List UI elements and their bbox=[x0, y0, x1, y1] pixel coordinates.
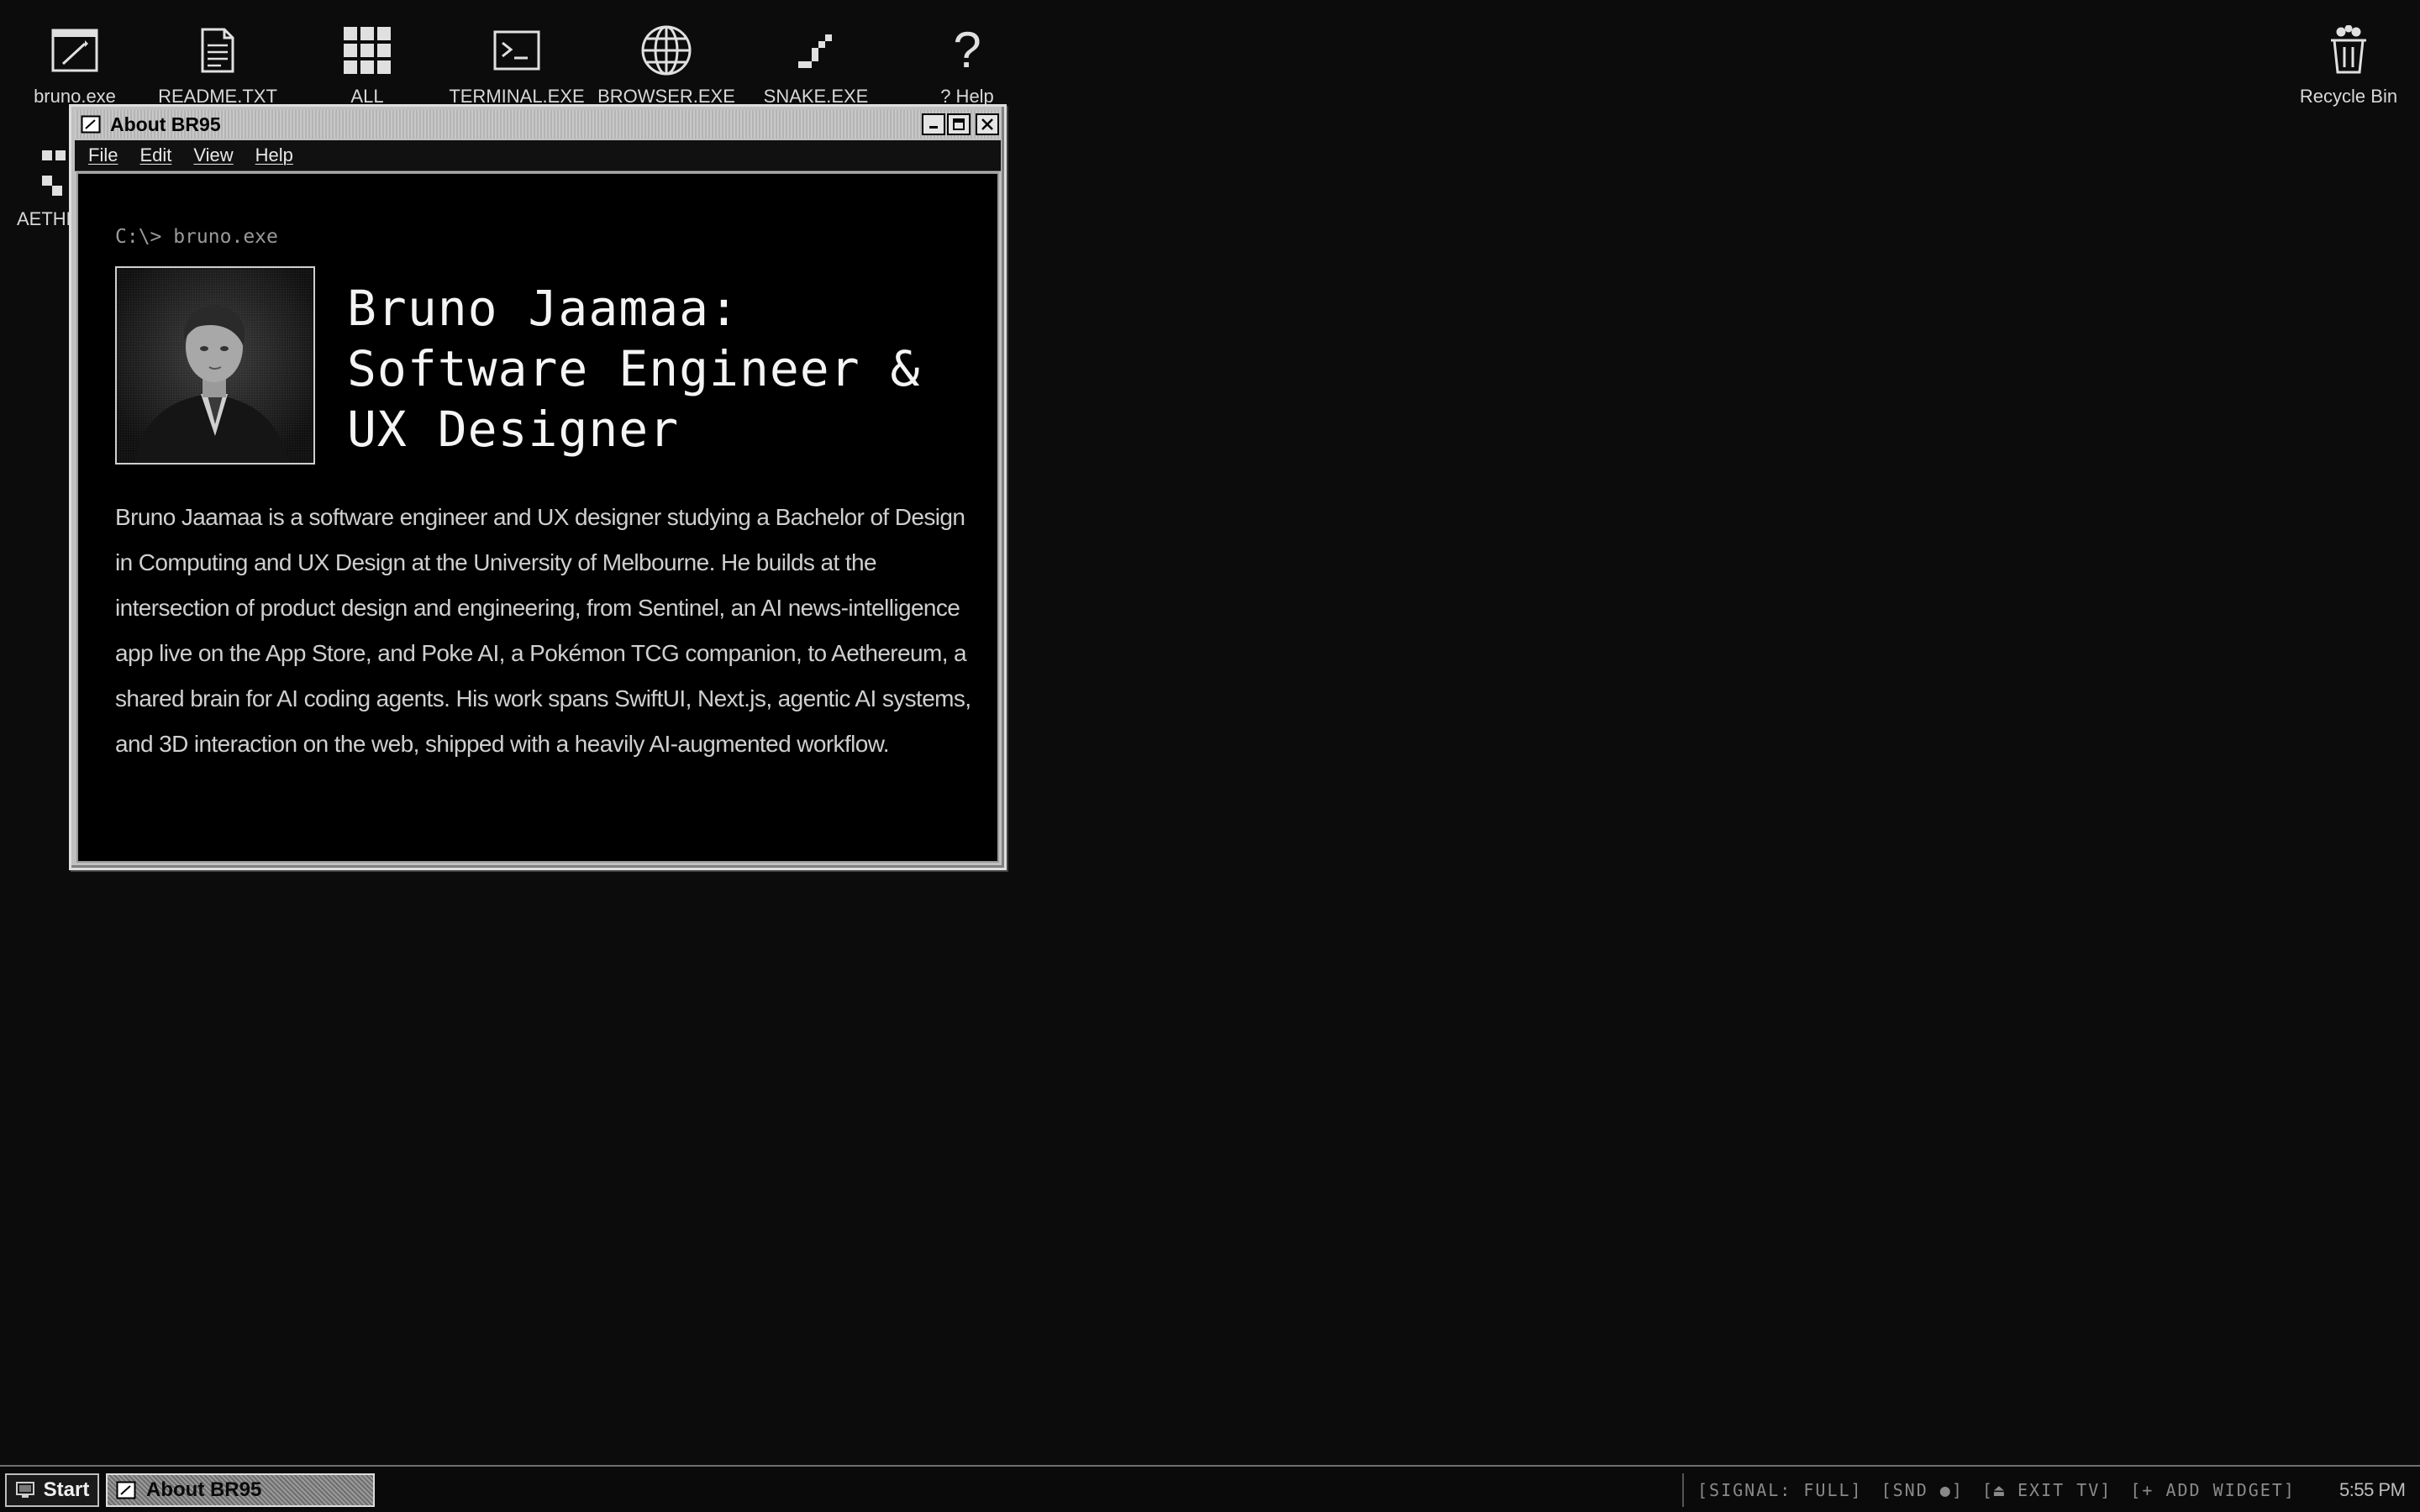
globe-icon bbox=[633, 17, 700, 84]
headline-line: UX Designer bbox=[347, 401, 680, 458]
desktop-icon-label: Recycle Bin bbox=[2299, 86, 2398, 107]
headline-line: Bruno Jaamaa: bbox=[347, 280, 739, 337]
sound-toggle[interactable]: [SND ●] bbox=[1881, 1480, 1964, 1500]
desktop-icon-bruno-exe[interactable]: bruno.exe bbox=[0, 17, 150, 108]
menu-edit[interactable]: Edit bbox=[139, 144, 171, 166]
window-title: About BR95 bbox=[110, 113, 221, 135]
computer-icon bbox=[15, 1482, 34, 1498]
taskbar: Start About BR95 [SIGNAL: FULL] [SND ●] … bbox=[0, 1465, 2420, 1512]
desktop-icon-terminal[interactable]: TERMINAL.EXE bbox=[442, 17, 592, 108]
pen-window-icon bbox=[41, 17, 108, 84]
start-label: Start bbox=[43, 1478, 90, 1501]
start-button[interactable]: Start bbox=[5, 1473, 99, 1507]
desktop-icon-snake[interactable]: SNAKE.EXE bbox=[741, 17, 891, 108]
system-tray: [SIGNAL: FULL] [SND ●] [⏏ EXIT TV] [+ AD… bbox=[1682, 1473, 2321, 1507]
taskbar-item-about-br95[interactable]: About BR95 bbox=[106, 1473, 375, 1507]
exit-tv-button[interactable]: [⏏ EXIT TV] bbox=[1982, 1480, 2112, 1500]
command-prompt: C:\> bruno.exe bbox=[115, 226, 278, 248]
desktop: bruno.exe README.TXT ALL TERMINAL.EXE BR… bbox=[0, 0, 2420, 1465]
window-menubar: File Edit View Help bbox=[75, 140, 1001, 171]
about-window[interactable]: About BR95 File Edit View Help C:\> brun… bbox=[69, 104, 1007, 870]
bio-paragraph: Bruno Jaamaa is a software engineer and … bbox=[115, 504, 971, 757]
grid-icon bbox=[334, 17, 401, 84]
desktop-icon-recycle-bin[interactable]: Recycle Bin bbox=[2274, 17, 2420, 108]
pen-window-icon bbox=[80, 113, 102, 135]
taskbar-item-label: About BR95 bbox=[146, 1478, 262, 1501]
recycle-bin-icon bbox=[2315, 17, 2382, 84]
desktop-icon-all[interactable]: ALL bbox=[292, 17, 442, 108]
terminal-icon bbox=[483, 17, 550, 84]
signal-indicator: [SIGNAL: FULL] bbox=[1697, 1480, 1863, 1500]
profile-photo bbox=[115, 266, 315, 465]
document-icon bbox=[184, 17, 251, 84]
menu-file[interactable]: File bbox=[88, 144, 118, 166]
maximize-icon bbox=[953, 118, 965, 130]
desktop-icon-aethereum[interactable]: AETHE bbox=[0, 139, 71, 230]
page-title: Bruno Jaamaa: Software Engineer & UX Des… bbox=[347, 278, 969, 459]
headline-line: Software Engineer & bbox=[347, 340, 921, 397]
minimize-button[interactable] bbox=[922, 113, 945, 135]
question-icon: ? bbox=[953, 22, 981, 78]
add-widget-button[interactable]: [+ ADD WIDGET] bbox=[2130, 1480, 2296, 1500]
menu-view[interactable]: View bbox=[193, 144, 233, 166]
window-titlebar[interactable]: About BR95 bbox=[75, 110, 1001, 139]
clock: 5:55 PM bbox=[2339, 1479, 2406, 1500]
desktop-icon-label: AETHE bbox=[17, 208, 71, 229]
pen-window-icon bbox=[116, 1481, 136, 1499]
window-content[interactable]: C:\> bruno.exe Bruno Jaamaa: Software En… bbox=[76, 172, 999, 863]
desktop-icon-browser[interactable]: BROWSER.EXE bbox=[592, 17, 741, 108]
maximize-button[interactable] bbox=[947, 113, 971, 135]
snake-icon bbox=[782, 17, 850, 84]
close-button[interactable] bbox=[976, 113, 999, 135]
close-icon bbox=[981, 118, 993, 130]
menu-help[interactable]: Help bbox=[255, 144, 293, 166]
desktop-icon-help[interactable]: ? ? Help bbox=[892, 17, 1042, 108]
pixel-blocks-icon bbox=[34, 139, 71, 207]
minimize-icon bbox=[929, 126, 938, 129]
desktop-icon-readme[interactable]: README.TXT bbox=[143, 17, 292, 108]
